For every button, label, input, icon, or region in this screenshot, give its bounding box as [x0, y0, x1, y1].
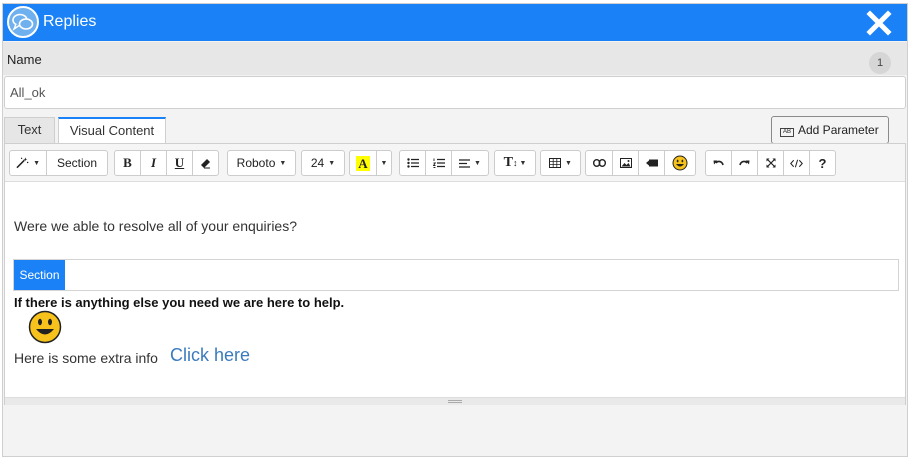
text-size-button[interactable]: T ↕ ▼ [494, 150, 536, 176]
count-badge: 1 [869, 52, 891, 74]
editor-resize-handle[interactable] [5, 397, 905, 405]
help-button[interactable]: ? [809, 150, 836, 176]
section-badge: Section [14, 260, 65, 290]
font-size-value: 24 [310, 156, 325, 170]
align-icon[interactable]: ▼ [451, 150, 489, 176]
section-button[interactable]: Section [46, 150, 108, 176]
font-family-select[interactable]: Roboto ▼ [227, 150, 296, 176]
video-icon[interactable] [638, 150, 665, 176]
link-icon[interactable] [585, 150, 613, 176]
unordered-list-icon[interactable] [399, 150, 426, 176]
chevron-down-icon: ▼ [565, 159, 572, 167]
name-row: Name 1 [3, 42, 907, 75]
font-family-value: Roboto [236, 156, 276, 170]
undo-icon[interactable] [705, 150, 732, 176]
text-size-label: T [503, 155, 513, 170]
eraser-icon[interactable] [192, 150, 219, 176]
editor-toolbar: ▼ Section B I U Roboto ▼ 24 ▼ A ▼ ▼ T ↕ … [5, 144, 905, 182]
chevron-down-icon: ▼ [380, 159, 388, 167]
highlight-letter: A [356, 155, 370, 171]
tab-text[interactable]: Text [4, 117, 55, 143]
content-bold-paragraph: If there is anything else you need we ar… [14, 295, 345, 310]
line-height-icon: ↕ [512, 158, 518, 168]
rich-text-editor: ▼ Section B I U Roboto ▼ 24 ▼ A ▼ ▼ T ↕ … [4, 143, 906, 405]
close-icon[interactable] [865, 9, 893, 37]
editor-content[interactable]: Were we able to resolve all of your enqu… [5, 182, 905, 396]
chat-bubbles-icon [7, 6, 39, 38]
content-paragraph: Were we able to resolve all of your enqu… [14, 218, 298, 234]
redo-icon[interactable] [731, 150, 758, 176]
table-icon[interactable]: ▼ [540, 150, 581, 176]
add-parameter-label: Add Parameter [798, 123, 879, 137]
ordered-list-icon[interactable] [425, 150, 452, 176]
emoji-icon[interactable] [664, 150, 696, 176]
tab-visual-content[interactable]: Visual Content [58, 117, 166, 143]
highlight-color-dropdown[interactable]: ▼ [376, 150, 392, 176]
dialog-title: Replies [43, 13, 97, 30]
italic-button[interactable]: I [140, 150, 167, 176]
extra-info-text: Here is some extra info [14, 350, 158, 366]
click-here-link[interactable]: Click here [170, 345, 250, 366]
font-size-select[interactable]: 24 ▼ [301, 150, 345, 176]
chevron-down-icon: ▼ [519, 159, 527, 167]
fullscreen-icon[interactable] [757, 150, 784, 176]
dialog-titlebar: Replies [3, 4, 907, 41]
parameter-icon: AB [780, 128, 794, 137]
code-view-icon[interactable] [783, 150, 810, 176]
name-label: Name [7, 52, 42, 67]
underline-button[interactable]: U [166, 150, 193, 176]
bold-button[interactable]: B [114, 150, 141, 176]
magic-wand-icon[interactable]: ▼ [9, 150, 47, 176]
highlight-color-button[interactable]: A [349, 150, 377, 176]
image-icon[interactable] [612, 150, 639, 176]
name-field[interactable] [4, 76, 906, 109]
chevron-down-icon: ▼ [279, 159, 287, 167]
add-parameter-button[interactable]: AB Add Parameter [771, 116, 889, 144]
chevron-down-icon: ▼ [33, 159, 40, 167]
grip-icon [448, 400, 462, 403]
section-block[interactable]: Section [13, 259, 899, 291]
replies-dialog: Replies Name 1 Text Visual Content ABAdd… [2, 3, 908, 457]
chevron-down-icon: ▼ [474, 159, 481, 167]
chevron-down-icon: ▼ [328, 159, 336, 167]
smiley-emoji-icon [28, 310, 62, 347]
